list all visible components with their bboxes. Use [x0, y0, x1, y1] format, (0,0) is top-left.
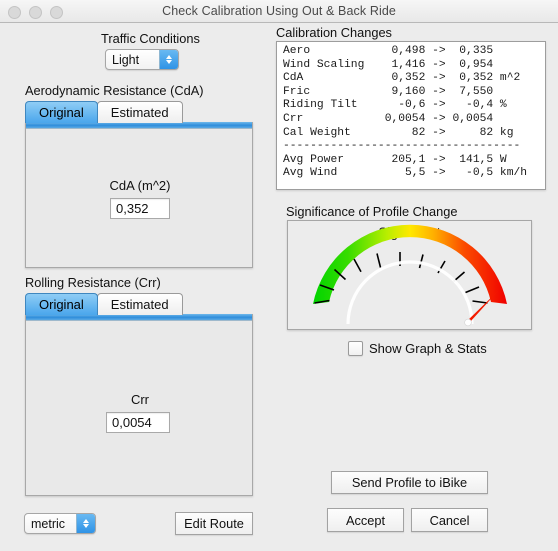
close-button[interactable] [8, 6, 21, 19]
tab-aero-estimated-label: Estimated [110, 105, 169, 120]
traffic-conditions-label: Traffic Conditions [101, 31, 200, 46]
chevron-up-icon [166, 55, 172, 59]
crr-tab-content: Crr 0,0054 [26, 322, 252, 495]
tab-crr-estimated-label: Estimated [110, 297, 169, 312]
traffic-conditions-select[interactable]: Light [105, 49, 179, 70]
gauge-hub-arc [346, 260, 474, 325]
send-profile-button-label: Send Profile to iBike [351, 475, 468, 490]
accept-button[interactable]: Accept [327, 508, 404, 532]
calibration-changes-label: Calibration Changes [276, 25, 392, 40]
send-profile-button[interactable]: Send Profile to iBike [331, 471, 488, 494]
tab-crr-estimated[interactable]: Estimated [96, 293, 183, 315]
accept-button-label: Accept [345, 512, 386, 528]
zoom-button[interactable] [50, 6, 63, 19]
crr-section-label: Rolling Resistance (Crr) [25, 275, 161, 290]
crr-tabstrip: Original Estimated [25, 293, 183, 315]
gauge-arc [313, 224, 507, 304]
crr-input[interactable]: 0,0054 [106, 412, 170, 433]
units-select[interactable]: metric [24, 513, 96, 534]
cda-field-label: CdA (m^2) [109, 178, 171, 193]
chevron-up-icon [83, 519, 89, 523]
crr-tab-panel: Crr 0,0054 [25, 314, 253, 496]
edit-route-button-label: Edit Route [184, 516, 244, 531]
tab-aero-original[interactable]: Original [25, 101, 98, 123]
show-graph-checkbox[interactable] [348, 341, 363, 356]
calibration-changes-textarea[interactable]: Aero 0,498 -> 0,335 Wind Scaling 1,416 -… [276, 41, 546, 190]
crr-input-value: 0,0054 [112, 415, 152, 430]
tab-crr-original-label: Original [39, 297, 84, 312]
aero-tabview: Original Estimated CdA (m^2) 0,352 [25, 101, 253, 268]
crr-field-label: Crr [130, 392, 150, 407]
edit-route-button[interactable]: Edit Route [175, 512, 253, 535]
aero-tabstrip: Original Estimated [25, 101, 183, 123]
aero-tab-accent-bar [26, 122, 252, 129]
aero-tab-content: CdA (m^2) 0,352 [26, 130, 252, 267]
traffic-conditions-value: Light [112, 52, 140, 67]
units-value: metric [31, 516, 66, 531]
window-titlebar: Check Calibration Using Out & Back Ride [0, 0, 558, 23]
show-graph-label: Show Graph & Stats [369, 341, 487, 356]
cda-input-value: 0,352 [116, 201, 149, 216]
significance-label: Significance of Profile Change [286, 204, 458, 219]
window-controls [8, 6, 63, 19]
window-title: Check Calibration Using Out & Back Ride [162, 4, 396, 18]
gauge-graphic [313, 224, 507, 327]
minimize-button[interactable] [29, 6, 42, 19]
significance-gauge: Significant [287, 220, 532, 330]
aero-tab-panel: CdA (m^2) 0,352 [25, 122, 253, 268]
tab-aero-original-label: Original [39, 105, 84, 120]
aero-section-label: Aerodynamic Resistance (CdA) [25, 83, 204, 98]
units-stepper-arrows-icon[interactable] [76, 514, 95, 533]
chevron-down-icon [83, 524, 89, 528]
crr-tabview: Original Estimated Crr 0,0054 [25, 293, 253, 496]
cancel-button[interactable]: Cancel [411, 508, 488, 532]
cancel-button-label: Cancel [429, 512, 470, 528]
crr-tab-accent-bar [26, 314, 252, 321]
show-graph-checkbox-row[interactable]: Show Graph & Stats [348, 341, 487, 356]
cda-input[interactable]: 0,352 [110, 198, 170, 219]
stepper-arrows-icon[interactable] [159, 50, 178, 69]
app-window: Check Calibration Using Out & Back Ride … [0, 0, 558, 551]
calibration-changes-text: Aero 0,498 -> 0,335 Wind Scaling 1,416 -… [283, 45, 528, 180]
chevron-down-icon [166, 60, 172, 64]
tab-aero-estimated[interactable]: Estimated [96, 101, 183, 123]
tab-crr-original[interactable]: Original [25, 293, 98, 315]
